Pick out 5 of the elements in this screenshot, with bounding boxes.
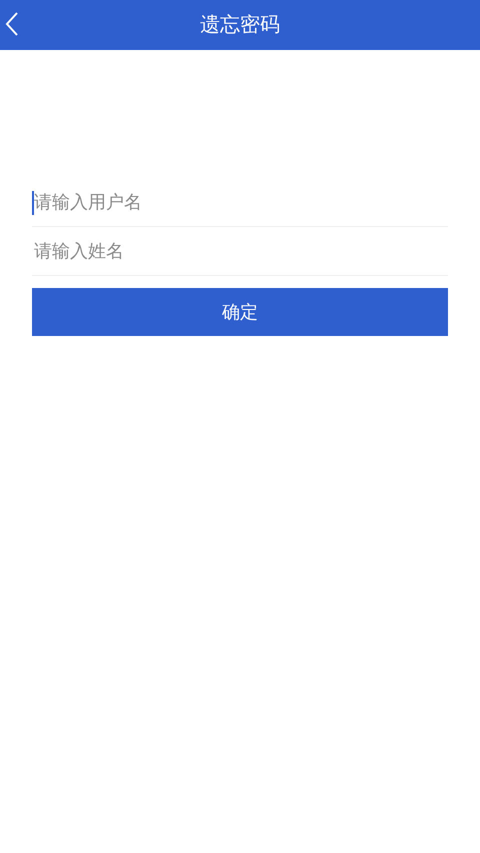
input-field[interactable]: 请输入姓名 — [32, 227, 448, 276]
input-field[interactable]: 请输入用户名 — [32, 178, 448, 227]
page-title: 遗忘密码 — [200, 13, 280, 38]
back-icon — [5, 11, 19, 37]
confirm-button[interactable]: 确定 — [32, 288, 448, 336]
